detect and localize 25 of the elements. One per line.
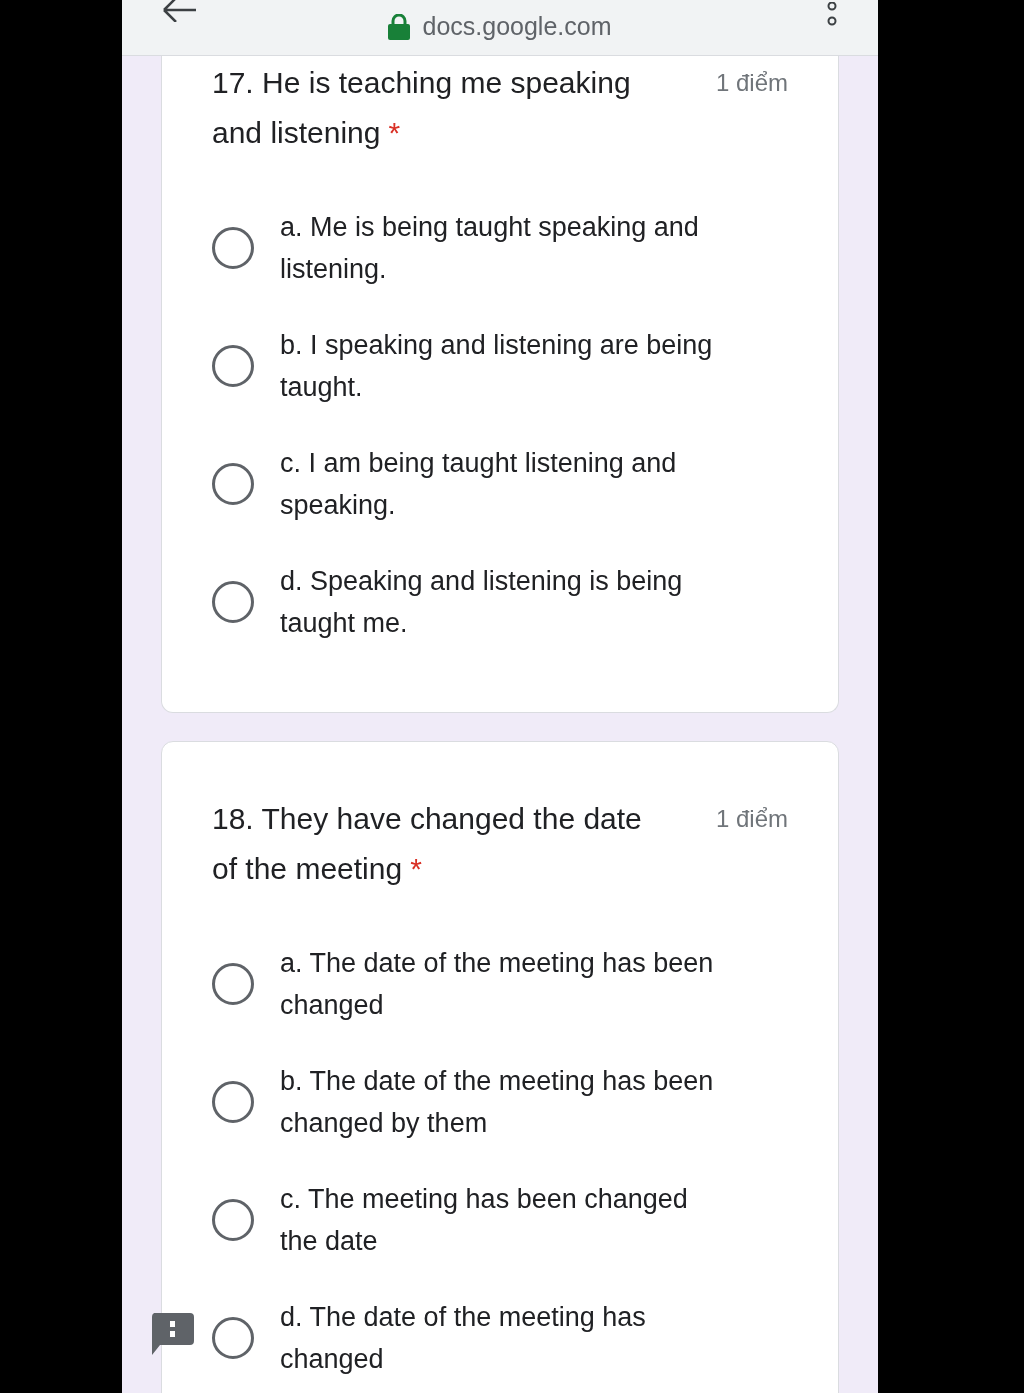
radio-button[interactable] bbox=[212, 963, 254, 1005]
question-title: 17. He is teaching me speaking and listening * bbox=[212, 65, 632, 151]
radio-button[interactable] bbox=[212, 227, 254, 269]
option-label[interactable]: c. The meeting has been changed the date bbox=[280, 1178, 725, 1262]
option-label[interactable]: a. Me is being taught speaking and listening. bbox=[280, 206, 725, 290]
question-title: 18. They have changed the date of the meeting * bbox=[212, 801, 643, 887]
points-label: 1 điểm bbox=[715, 804, 788, 834]
radio-button[interactable] bbox=[212, 463, 254, 505]
radio-button[interactable] bbox=[212, 345, 254, 387]
url-text[interactable]: docs.google.com bbox=[422, 12, 612, 41]
option-label[interactable]: d. The date of the meeting has changed bbox=[280, 1296, 725, 1380]
option-label[interactable]: a. The date of the meeting has been changed bbox=[280, 942, 725, 1026]
option-label[interactable]: b. The date of the meeting has been changed by them bbox=[280, 1060, 725, 1144]
option-label[interactable]: c. I am being taught listening and speaking. bbox=[280, 442, 725, 526]
points-label: 1 điểm bbox=[715, 68, 788, 98]
radio-button[interactable] bbox=[212, 1199, 254, 1241]
back-arrow-icon[interactable] bbox=[162, 0, 198, 22]
lock-icon bbox=[388, 13, 411, 40]
option-label[interactable]: b. I speaking and listening are being taught. bbox=[280, 324, 725, 408]
feedback-icon[interactable] bbox=[150, 1313, 194, 1357]
radio-button[interactable] bbox=[212, 1081, 254, 1123]
radio-button[interactable] bbox=[212, 1317, 254, 1359]
more-menu-icon[interactable] bbox=[826, 2, 838, 26]
radio-button[interactable] bbox=[212, 581, 254, 623]
option-label[interactable]: d. Speaking and listening is being taught me. bbox=[280, 560, 725, 644]
